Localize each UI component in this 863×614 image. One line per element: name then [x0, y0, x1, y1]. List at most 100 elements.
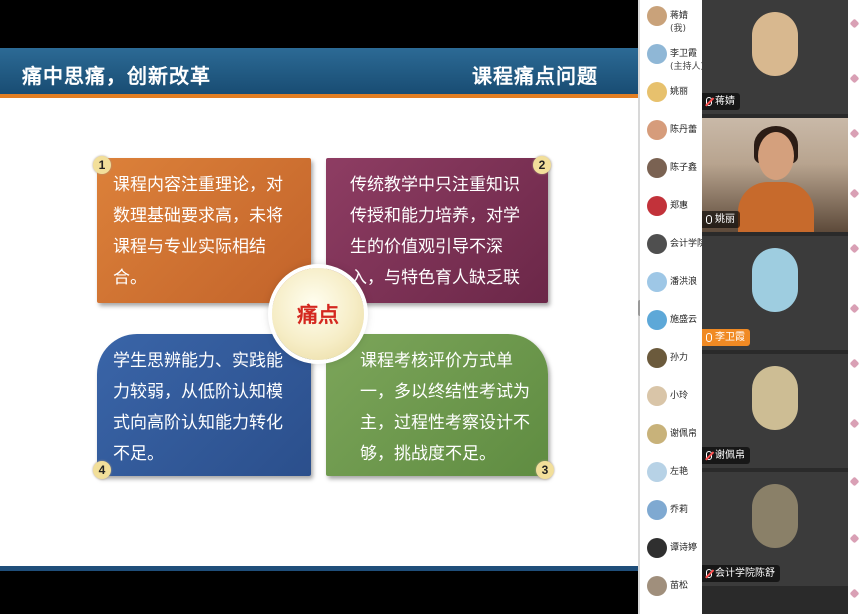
avatar — [647, 576, 667, 596]
avatar — [647, 120, 667, 140]
camera-subject-body — [738, 182, 814, 232]
participant-role: (主持人) — [670, 62, 702, 72]
decoration-mark — [849, 476, 860, 487]
participant-item[interactable]: 郑惠 — [640, 190, 702, 228]
mic-speaking-icon — [706, 333, 712, 342]
participant-name: 谭诗婷 — [670, 543, 698, 553]
participant-item[interactable]: 陈子鑫 — [640, 152, 702, 190]
header-accent-bar — [0, 94, 638, 98]
shared-screen: 痛中思痛，创新改革 课程痛点问题 课程内容注重理论，对数理基础要求高，未将课程与… — [0, 0, 638, 614]
participant-item[interactable]: 孙力 — [640, 342, 702, 380]
participant-item[interactable]: 左艳 — [640, 456, 702, 494]
participant-item[interactable]: 小玲 — [640, 380, 702, 418]
decoration-mark — [849, 128, 860, 139]
participant-name: 李卫霞 — [670, 49, 698, 59]
participant-name: 会计学院 — [670, 239, 702, 249]
decoration-mark — [849, 533, 860, 544]
avatar — [752, 12, 798, 76]
participant-name: 孙力 — [670, 353, 689, 363]
participant-name: 姚丽 — [670, 87, 689, 97]
avatar — [647, 196, 667, 216]
number-badge-2: 2 — [533, 156, 551, 174]
right-edge-strip — [848, 0, 863, 614]
video-tile[interactable]: 谢佩帛 — [702, 354, 848, 468]
participant-item[interactable]: 姚丽 — [640, 76, 702, 114]
participant-name: 小玲 — [670, 391, 689, 401]
video-tile-name: 蒋婧 — [715, 96, 735, 107]
participant-item[interactable]: 陈丹蕾 — [640, 114, 702, 152]
video-tile-label: 李卫霞 — [702, 329, 750, 346]
participant-item[interactable]: 潘洪浪 — [640, 266, 702, 304]
pain-point-box-3: 课程考核评价方式单一，多以终结性考试为主，过程性考察设计不够，挑战度不足。 — [326, 334, 548, 476]
slide-title: 痛中思痛，创新改革 — [22, 64, 211, 88]
participant-item[interactable]: 施盛云 — [640, 304, 702, 342]
avatar — [647, 234, 667, 254]
video-tile[interactable]: 姚丽 — [702, 118, 848, 232]
pain-point-box-4: 学生思辨能力、实践能力较弱，从低阶认知模式向高阶认知能力转化不足。 — [97, 334, 311, 476]
video-tile-name: 李卫霞 — [715, 332, 745, 343]
participant-list[interactable]: 蒋婧 (我) 李卫霞 (主持人) 姚丽 陈丹蕾 陈子鑫 郑惠 会计学院 潘洪浪 … — [640, 0, 702, 614]
avatar — [647, 462, 667, 482]
video-tile[interactable]: 李卫霞 — [702, 236, 848, 350]
slide-header: 痛中思痛，创新改革 课程痛点问题 — [0, 48, 638, 98]
decoration-mark — [849, 418, 860, 429]
decoration-mark — [849, 303, 860, 314]
number-badge-1: 1 — [93, 156, 111, 174]
slide-footer-bar — [0, 566, 638, 571]
avatar — [647, 272, 667, 292]
participant-item[interactable]: 谭诗婷 — [640, 532, 702, 570]
participant-name: 陈丹蕾 — [670, 125, 698, 135]
participant-item[interactable]: 蒋婧 (我) — [640, 0, 702, 38]
avatar — [752, 248, 798, 312]
participant-role: (我) — [670, 24, 687, 34]
pain-point-box-1: 课程内容注重理论，对数理基础要求高，未将课程与专业实际相结合。 — [97, 158, 311, 303]
avatar — [752, 366, 798, 430]
participant-name: 苗松 — [670, 581, 689, 591]
avatar — [647, 538, 667, 558]
participant-item[interactable]: 谢佩帛 — [640, 418, 702, 456]
participant-name: 陈子鑫 — [670, 163, 698, 173]
video-tile-name: 姚丽 — [715, 214, 735, 225]
center-label: 痛点 — [297, 302, 339, 327]
slide-section-title: 课程痛点问题 — [472, 64, 598, 88]
avatar — [647, 386, 667, 406]
mic-icon — [706, 215, 712, 224]
participant-name: 潘洪浪 — [670, 277, 698, 287]
avatar — [647, 82, 667, 102]
video-tile[interactable]: 会计学院陈舒 — [702, 472, 848, 586]
number-badge-3: 3 — [536, 461, 554, 479]
pain-point-box-2: 传统教学中只注重知识传授和能力培养，对学生的价值观引导不深入，与特色育人缺乏联系… — [326, 158, 548, 319]
camera-subject-face — [758, 132, 794, 180]
participant-name: 左艳 — [670, 467, 689, 477]
mic-muted-icon — [706, 569, 712, 578]
mic-muted-icon — [706, 451, 712, 460]
avatar — [647, 158, 667, 178]
participant-item[interactable]: 乔莉 — [640, 494, 702, 532]
video-gallery: 蒋婧 姚丽 李卫霞 谢佩帛 会计学院陈舒 — [702, 0, 848, 614]
avatar — [647, 424, 667, 444]
video-tile-label: 蒋婧 — [702, 93, 740, 110]
video-tile-label: 谢佩帛 — [702, 447, 750, 464]
center-badge: 痛点 — [272, 268, 364, 360]
decoration-mark — [849, 18, 860, 29]
participant-item[interactable]: 苗松 — [640, 570, 702, 608]
video-tile-name: 会计学院陈舒 — [715, 568, 775, 579]
participant-item[interactable]: 会计学院 — [640, 228, 702, 266]
decoration-mark — [849, 188, 860, 199]
avatar — [647, 348, 667, 368]
participant-item[interactable]: 李卫霞 (主持人) — [640, 38, 702, 76]
decoration-mark — [849, 73, 860, 84]
mic-muted-icon — [706, 97, 712, 106]
participant-name: 谢佩帛 — [670, 429, 698, 439]
avatar — [647, 500, 667, 520]
avatar — [647, 6, 667, 26]
video-tile-label: 姚丽 — [702, 211, 740, 228]
video-tile[interactable]: 蒋婧 — [702, 0, 848, 114]
presentation-slide: 痛中思痛，创新改革 课程痛点问题 课程内容注重理论，对数理基础要求高，未将课程与… — [0, 48, 638, 571]
number-badge-4: 4 — [93, 461, 111, 479]
participant-name: 郑惠 — [670, 201, 689, 211]
decoration-mark — [849, 588, 860, 599]
participant-name: 乔莉 — [670, 505, 689, 515]
avatar — [752, 484, 798, 548]
participant-name: 蒋婧 — [670, 11, 689, 21]
